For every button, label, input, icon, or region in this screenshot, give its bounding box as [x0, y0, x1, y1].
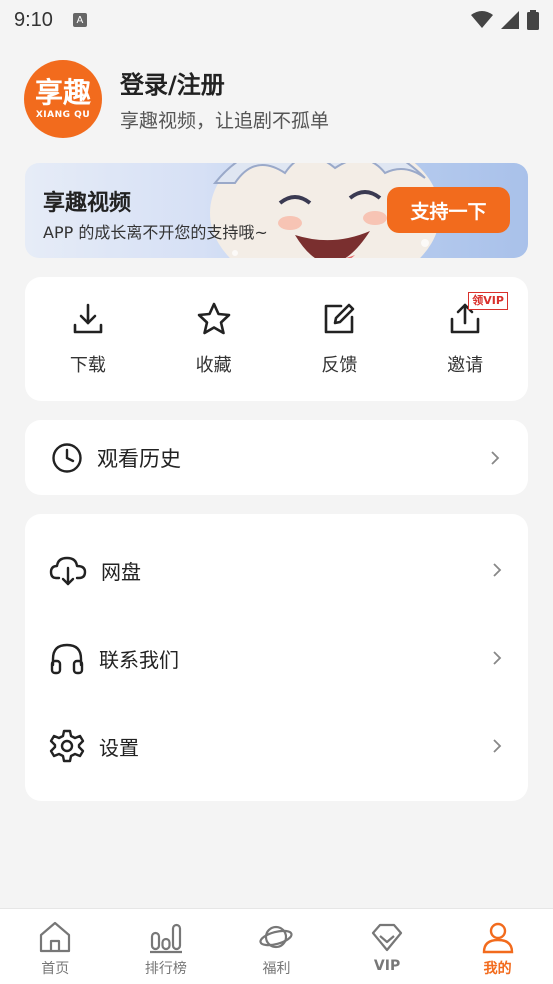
chevron-right-icon [491, 450, 500, 465]
quick-action-feedback[interactable]: 反馈 [277, 277, 403, 401]
clock-icon [52, 442, 82, 473]
a-notification-icon: A [72, 13, 87, 27]
tab-label: 首页 [41, 961, 70, 977]
avatar-logo-text: 享趣 [34, 76, 91, 109]
tab-label: 福利 [262, 961, 291, 977]
chevron-right-icon [493, 563, 502, 577]
profile-tagline: 享趣视频，让追剧不孤单 [120, 110, 330, 132]
wifi-icon [471, 11, 493, 28]
status-indicators [471, 10, 539, 30]
quick-action-label: 邀请 [447, 355, 484, 376]
quick-action-favorites[interactable]: 收藏 [151, 277, 277, 401]
watch-history-label: 观看历史 [97, 446, 181, 471]
support-banner[interactable]: 享趣视频 APP 的成长离不开您的支持哦~ 支持一下 [25, 163, 528, 258]
tab-vip[interactable]: VIP [332, 909, 443, 984]
download-icon [73, 303, 103, 334]
tab-mine[interactable]: 我的 [442, 909, 553, 984]
menu-item-label: 网盘 [101, 559, 141, 584]
support-button[interactable]: 支持一下 [387, 187, 510, 233]
banner-title: 享趣视频 [43, 191, 132, 216]
quick-action-download[interactable]: 下载 [25, 277, 151, 401]
profile-header[interactable]: 享趣 XIANG QU 登录/注册 享趣视频，让追剧不孤单 [24, 60, 329, 138]
quick-action-label: 反馈 [321, 355, 358, 376]
status-time: 9:10 [14, 8, 53, 31]
status-bar: 9:10 A [0, 0, 553, 40]
headphones-icon [50, 643, 84, 675]
ranking-icon [149, 923, 182, 954]
vip-badge: 领VIP [468, 292, 508, 310]
battery-icon [527, 10, 539, 30]
chevron-right-icon [493, 651, 502, 665]
quick-action-label: 收藏 [195, 355, 232, 376]
tab-welfare[interactable]: 福利 [221, 909, 332, 984]
banner-subtitle: APP 的成长离不开您的支持哦~ [43, 223, 268, 242]
planet-icon [259, 925, 294, 949]
quick-action-invite[interactable]: 领VIP 邀请 [402, 277, 528, 401]
home-icon [40, 921, 71, 953]
avatar[interactable]: 享趣 XIANG QU [24, 60, 102, 138]
cloud-download-icon [49, 556, 87, 586]
quick-action-label: 下载 [69, 355, 106, 376]
user-icon [482, 922, 513, 954]
tab-ranking[interactable]: 排行榜 [111, 909, 222, 984]
avatar-logo-subtext: XIANG QU [35, 110, 91, 120]
tab-label: VIP [373, 958, 401, 974]
menu-item-cloud-drive[interactable]: 网盘 [25, 526, 528, 614]
menu-item-label: 设置 [99, 735, 139, 760]
menu-item-label: 联系我们 [99, 647, 179, 672]
gear-icon [49, 729, 85, 763]
edit-icon [325, 303, 355, 334]
login-register-link[interactable]: 登录/注册 [120, 65, 329, 100]
star-icon [197, 302, 230, 335]
signal-icon [501, 11, 519, 29]
tab-label: 排行榜 [144, 961, 187, 977]
chevron-right-icon [493, 739, 502, 753]
diamond-icon [371, 923, 403, 952]
tab-home[interactable]: 首页 [0, 909, 111, 984]
bottom-tab-bar: 首页 排行榜 福利 VIP 我的 [0, 908, 553, 984]
menu-card: 网盘 联系我们 设置 [25, 514, 528, 801]
quick-actions-card: 下载 收藏 反馈 领VIP 邀请 [25, 277, 528, 401]
tab-label: 我的 [483, 961, 512, 977]
menu-item-contact-us[interactable]: 联系我们 [25, 614, 528, 702]
watch-history-row[interactable]: 观看历史 [25, 420, 528, 495]
menu-item-settings[interactable]: 设置 [25, 702, 528, 790]
